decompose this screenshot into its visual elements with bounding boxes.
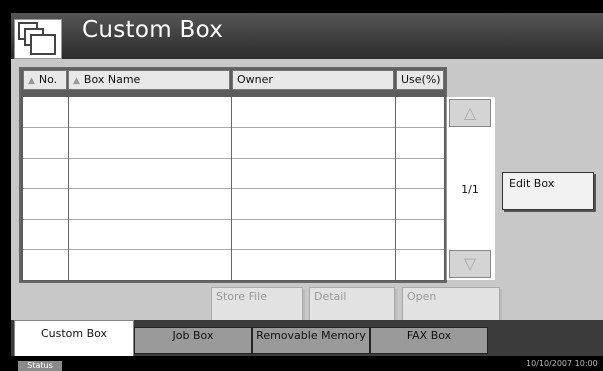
detail-button[interactable]: Detail — [309, 287, 395, 321]
status-bar — [11, 356, 603, 367]
column-divider — [68, 97, 69, 280]
open-button[interactable]: Open — [402, 287, 500, 321]
column-header-no[interactable]: ▲ No. — [23, 70, 67, 90]
store-file-button[interactable]: Store File — [211, 287, 303, 321]
table-row-divider — [23, 249, 444, 250]
scroll-down-button[interactable]: ▽ — [449, 250, 491, 278]
table-row-divider — [23, 158, 444, 159]
table-row-divider — [23, 188, 444, 189]
column-divider — [395, 97, 396, 280]
column-header-box-name[interactable]: ▲ Box Name — [68, 70, 230, 90]
sort-triangle-icon: ▲ — [73, 76, 80, 86]
column-header-use: Use(%) — [396, 70, 444, 90]
tab-job-box[interactable]: Job Box — [134, 327, 252, 354]
page-indicator: 1/1 — [461, 183, 479, 196]
table-row-divider — [23, 219, 444, 220]
edit-box-button[interactable]: Edit Box — [502, 172, 594, 210]
tab-fax-box[interactable]: FAX Box — [370, 327, 488, 354]
sort-triangle-icon: ▲ — [28, 76, 35, 86]
custom-box-icon — [14, 19, 62, 59]
tab-removable-memory[interactable]: Removable Memory — [252, 327, 370, 354]
scroll-up-button[interactable]: △ — [449, 99, 491, 127]
column-header-owner: Owner — [232, 70, 394, 90]
down-triangle-icon: ▽ — [463, 254, 477, 273]
up-triangle-icon: △ — [463, 103, 477, 122]
status-button[interactable]: Status — [18, 361, 62, 371]
column-divider — [231, 97, 232, 280]
page-title: Custom Box — [82, 17, 224, 43]
tab-custom-box[interactable]: Custom Box — [14, 320, 134, 356]
table-row-divider — [23, 127, 444, 128]
